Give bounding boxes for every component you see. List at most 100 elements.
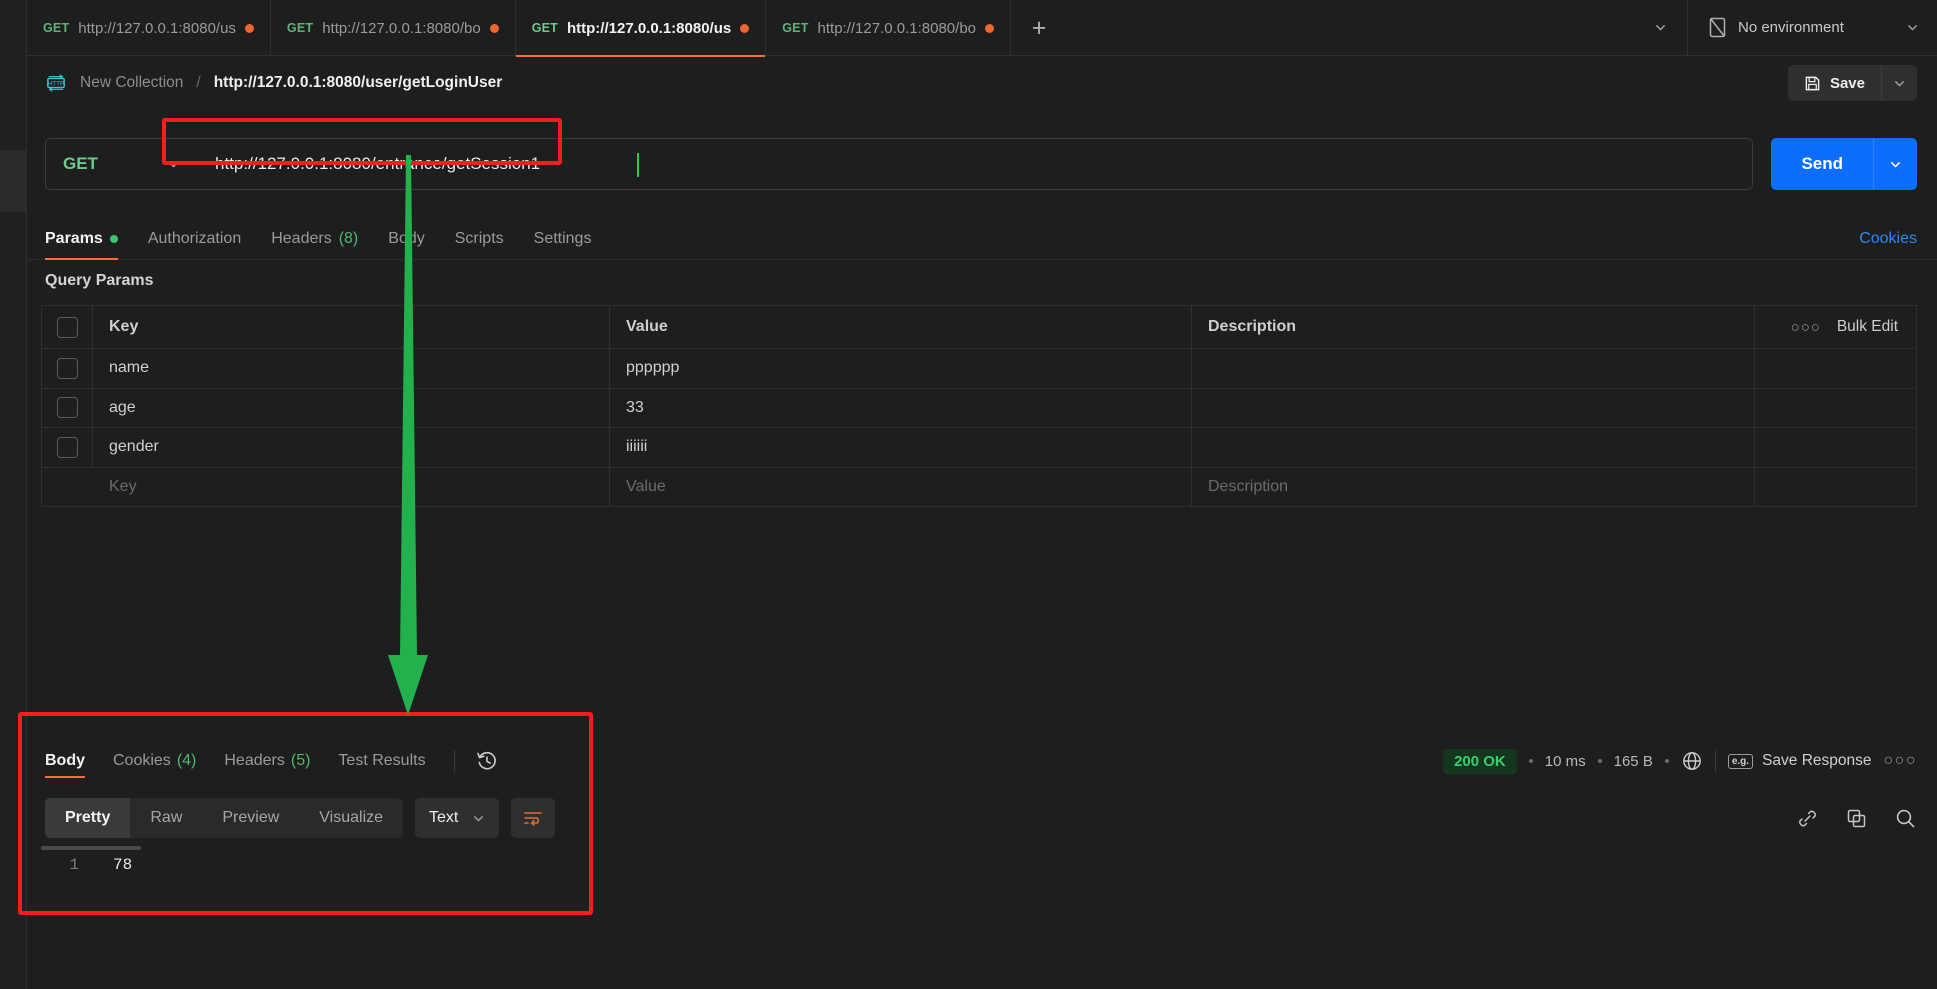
view-mode-raw[interactable]: Raw — [130, 798, 202, 838]
request-tab-active[interactable]: GET http://127.0.0.1:8080/us — [515, 0, 767, 57]
breadcrumb-collection[interactable]: New Collection — [80, 74, 183, 92]
param-description[interactable] — [1192, 389, 1754, 428]
row-checkbox[interactable] — [56, 436, 78, 458]
new-tab-button[interactable]: + — [1011, 0, 1067, 56]
search-icon[interactable] — [1894, 807, 1917, 830]
response-tab-body[interactable]: Body — [45, 738, 85, 784]
tab-headers[interactable]: Headers (8) — [271, 218, 358, 260]
tab-method: GET — [782, 21, 809, 35]
row-checkbox[interactable] — [56, 357, 78, 379]
view-mode-preview[interactable]: Preview — [202, 798, 299, 838]
query-params-title: Query Params — [45, 272, 154, 289]
response-tab-test-results[interactable]: Test Results — [338, 738, 425, 784]
request-tab[interactable]: GET http://127.0.0.1:8080/bo — [766, 0, 1011, 56]
environment-selector[interactable]: No environment — [1687, 0, 1937, 56]
response-more-options-icon[interactable]: ○○○ — [1884, 752, 1918, 770]
table-row[interactable]: name pppppp — [42, 349, 1916, 389]
send-options-dropdown[interactable] — [1873, 138, 1917, 190]
request-tab[interactable]: GET http://127.0.0.1:8080/us — [27, 0, 271, 56]
new-param-description-placeholder[interactable]: Description — [1192, 468, 1754, 507]
row-actions-cell — [1754, 428, 1916, 467]
tab-settings-label: Settings — [533, 229, 592, 247]
column-header-value: Value — [610, 306, 1192, 348]
param-description[interactable] — [1192, 349, 1754, 388]
row-checkbox[interactable] — [56, 397, 78, 419]
table-row-placeholder[interactable]: Key Value Description — [42, 467, 1916, 507]
svg-text:HTTP: HTTP — [48, 81, 65, 88]
line-content: 78 — [113, 856, 133, 874]
save-response-button[interactable]: e.g. Save Response — [1727, 752, 1872, 770]
breadcrumb-bar: HTTP New Collection / http://127.0.0.1:8… — [27, 56, 1937, 110]
view-mode-visualize[interactable]: Visualize — [299, 798, 403, 838]
meta-separator-dot — [1597, 759, 1602, 763]
breadcrumb-request-name[interactable]: http://127.0.0.1:8080/user/getLoginUser — [214, 74, 503, 92]
word-wrap-icon — [524, 812, 543, 826]
tab-scripts[interactable]: Scripts — [455, 218, 504, 260]
http-method-selector[interactable]: GET — [45, 138, 197, 190]
request-tab[interactable]: GET http://127.0.0.1:8080/bo — [271, 0, 516, 56]
tab-body-label: Body — [388, 229, 425, 247]
tab-params[interactable]: Params — [45, 218, 118, 260]
send-button[interactable]: Send — [1771, 138, 1873, 190]
table-row[interactable]: gender iiiiii — [42, 428, 1916, 468]
tab-title: http://127.0.0.1:8080/us — [78, 19, 236, 37]
tab-settings[interactable]: Settings — [534, 218, 592, 260]
response-history-button[interactable] — [475, 749, 499, 773]
row-actions-cell — [1754, 349, 1916, 388]
save-button[interactable]: Save — [1787, 65, 1881, 101]
response-view-mode-group: Pretty Raw Preview Visualize — [45, 798, 404, 838]
query-params-table: Key Value Description ○○○ Bulk Edit name… — [41, 305, 1917, 507]
table-header-row: Key Value Description ○○○ Bulk Edit — [42, 306, 1916, 349]
row-select-cell — [42, 428, 93, 467]
param-value[interactable]: iiiiii — [610, 428, 1192, 467]
cookies-link[interactable]: Cookies — [1859, 230, 1917, 248]
line-number: 1 — [69, 856, 79, 874]
param-value[interactable]: 33 — [610, 388, 1192, 427]
column-header-key: Key — [93, 306, 610, 348]
globe-icon[interactable] — [1681, 750, 1703, 772]
left-sidebar-rail — [0, 0, 27, 989]
param-key[interactable]: gender — [93, 428, 610, 467]
view-mode-pretty[interactable]: Pretty — [45, 798, 131, 838]
word-wrap-button[interactable] — [511, 798, 556, 838]
response-tab-cookies[interactable]: Cookies (4) — [113, 738, 196, 784]
row-select-cell — [42, 388, 93, 427]
sidebar-collapsed-item[interactable] — [0, 150, 27, 212]
http-method-value: GET — [63, 154, 98, 173]
response-tab-headers[interactable]: Headers (5) — [224, 738, 310, 784]
unsaved-indicator-icon — [489, 23, 499, 33]
tab-authorization[interactable]: Authorization — [148, 218, 241, 260]
select-all-cell — [42, 306, 93, 348]
response-format-selector[interactable]: Text — [415, 798, 500, 838]
url-input[interactable]: http://127.0.0.1:8080/entrance/getSessio… — [197, 138, 1754, 190]
request-tab-strip: GET http://127.0.0.1:8080/us GET http://… — [27, 0, 1937, 57]
new-param-value-placeholder[interactable]: Value — [610, 467, 1192, 506]
save-options-dropdown[interactable] — [1881, 65, 1917, 101]
tab-authorization-label: Authorization — [147, 229, 242, 247]
tab-body[interactable]: Body — [388, 218, 424, 260]
table-row[interactable]: age 33 — [42, 388, 1916, 428]
tabstrip-right-controls: No environment — [1633, 0, 1937, 56]
url-bar-row: GET http://127.0.0.1:8080/entrance/getSe… — [27, 134, 1937, 194]
params-options-icon[interactable]: ○○○ — [1791, 319, 1821, 336]
response-view-controls: Pretty Raw Preview Visualize Text — [27, 790, 1937, 846]
tab-headers-count: (8) — [338, 229, 359, 247]
copy-icon[interactable] — [1845, 807, 1868, 830]
param-key[interactable]: name — [93, 349, 610, 388]
new-param-key-placeholder[interactable]: Key — [93, 467, 610, 506]
bulk-edit-button[interactable]: Bulk Edit — [1837, 318, 1898, 336]
response-meta: 200 OK 10 ms 165 B e.g. Save Response ○○… — [1443, 748, 1918, 774]
tab-list-dropdown-button[interactable] — [1633, 0, 1687, 56]
tab-headers-label: Headers — [271, 229, 332, 247]
response-size: 165 B — [1613, 752, 1653, 770]
vertical-divider — [453, 750, 455, 772]
link-icon[interactable] — [1796, 807, 1819, 830]
meta-separator-dot — [1528, 759, 1533, 763]
clock-history-icon — [476, 751, 496, 770]
row-actions-cell — [1754, 388, 1916, 427]
param-key[interactable]: age — [93, 388, 610, 427]
select-all-checkbox[interactable] — [56, 316, 78, 338]
code-line: 1 78 — [27, 856, 1937, 874]
param-description[interactable] — [1192, 428, 1754, 467]
param-value[interactable]: pppppp — [610, 349, 1192, 388]
